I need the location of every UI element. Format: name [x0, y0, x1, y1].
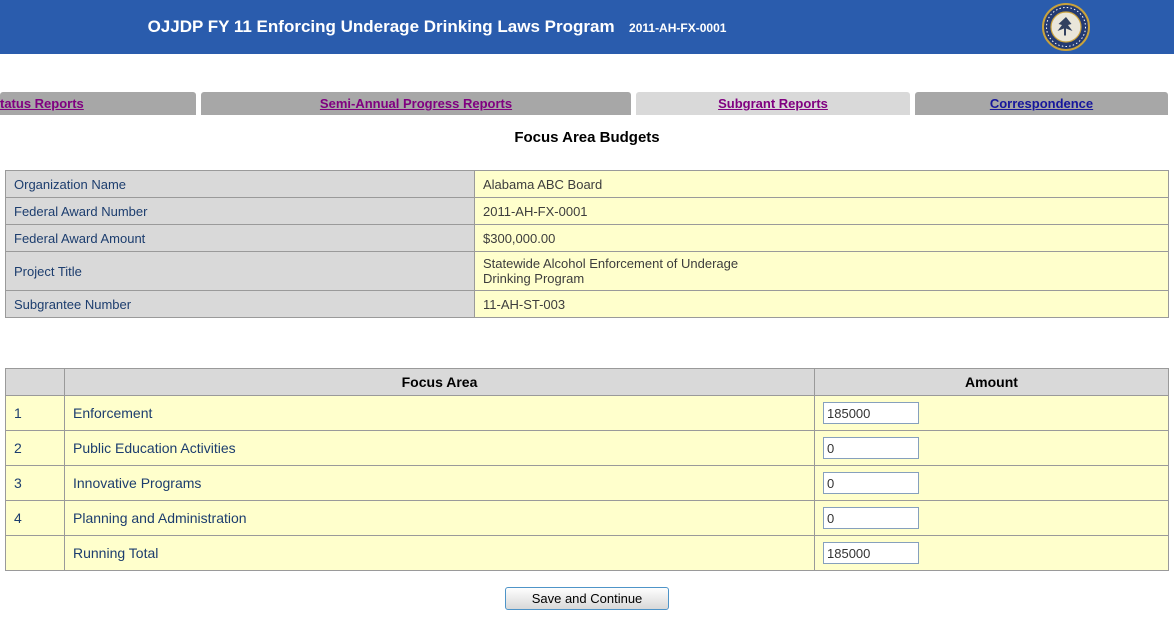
info-row-federal-award-number: Federal Award Number 2011-AH-FX-0001 — [6, 198, 1169, 225]
budget-header-row: Focus Area Amount — [6, 369, 1169, 396]
budget-row-enforcement: 1 Enforcement — [6, 396, 1169, 431]
budget-row-label: Innovative Programs — [65, 466, 815, 501]
budget-row-public-education: 2 Public Education Activities — [6, 431, 1169, 466]
tab-subgrant-reports[interactable]: Subgrant Reports — [636, 92, 910, 115]
focus-area-budget-table: Focus Area Amount 1 Enforcement 2 Public… — [5, 368, 1169, 571]
doj-seal-icon — [1042, 3, 1090, 51]
budget-header-amount: Amount — [815, 369, 1169, 396]
page-title: Focus Area Budgets — [0, 129, 1174, 146]
info-row-subgrantee-number: Subgrantee Number 11-AH-ST-003 — [6, 291, 1169, 318]
budget-row-number: 4 — [6, 501, 65, 536]
budget-row-amount-cell — [815, 501, 1169, 536]
tab-bar: tatus Reports Semi-Annual Progress Repor… — [0, 92, 1174, 115]
running-total-amount-input[interactable] — [823, 542, 919, 564]
innovative-programs-amount-input[interactable] — [823, 472, 919, 494]
budget-row-amount-cell — [815, 536, 1169, 571]
info-row-organization-name: Organization Name Alabama ABC Board — [6, 171, 1169, 198]
planning-administration-amount-input[interactable] — [823, 507, 919, 529]
info-value: 11-AH-ST-003 — [475, 291, 1169, 318]
budget-row-label: Planning and Administration — [65, 501, 815, 536]
info-label: Project Title — [6, 252, 475, 291]
app-header: OJJDP FY 11 Enforcing Underage Drinking … — [0, 0, 1174, 54]
button-row: Save and Continue — [0, 587, 1174, 610]
info-value: Statewide Alcohol Enforcement of Underag… — [475, 252, 1169, 291]
budget-row-number — [6, 536, 65, 571]
budget-row-label: Public Education Activities — [65, 431, 815, 466]
info-row-project-title: Project Title Statewide Alcohol Enforcem… — [6, 252, 1169, 291]
grant-info-table: Organization Name Alabama ABC Board Fede… — [5, 170, 1169, 318]
header-award-number: 2011-AH-FX-0001 — [629, 21, 726, 35]
info-value: $300,000.00 — [475, 225, 1169, 252]
tab-semi-annual-progress-reports[interactable]: Semi-Annual Progress Reports — [201, 92, 631, 115]
info-row-federal-award-amount: Federal Award Amount $300,000.00 — [6, 225, 1169, 252]
tab-correspondence[interactable]: Correspondence — [915, 92, 1168, 115]
budget-row-amount-cell — [815, 431, 1169, 466]
budget-row-label: Enforcement — [65, 396, 815, 431]
tab-status-reports[interactable]: tatus Reports — [0, 92, 196, 115]
budget-row-running-total: Running Total — [6, 536, 1169, 571]
doj-seal-svg — [1042, 3, 1090, 51]
budget-row-label: Running Total — [65, 536, 815, 571]
public-education-amount-input[interactable] — [823, 437, 919, 459]
info-label: Federal Award Amount — [6, 225, 475, 252]
info-label: Federal Award Number — [6, 198, 475, 225]
budget-row-amount-cell — [815, 396, 1169, 431]
app-title: OJJDP FY 11 Enforcing Underage Drinking … — [148, 17, 615, 36]
info-label: Subgrantee Number — [6, 291, 475, 318]
budget-row-amount-cell — [815, 466, 1169, 501]
enforcement-amount-input[interactable] — [823, 402, 919, 424]
budget-row-number: 1 — [6, 396, 65, 431]
save-and-continue-button[interactable]: Save and Continue — [505, 587, 670, 610]
budget-row-planning-administration: 4 Planning and Administration — [6, 501, 1169, 536]
budget-row-innovative-programs: 3 Innovative Programs — [6, 466, 1169, 501]
tab-status-reports-link[interactable]: tatus Reports — [0, 96, 84, 111]
budget-header-num — [6, 369, 65, 396]
info-label: Organization Name — [6, 171, 475, 198]
budget-header-focus-area: Focus Area — [65, 369, 815, 396]
info-value: 2011-AH-FX-0001 — [475, 198, 1169, 225]
header-title-wrap: OJJDP FY 11 Enforcing Underage Drinking … — [0, 17, 1174, 37]
info-value: Alabama ABC Board — [475, 171, 1169, 198]
budget-row-number: 2 — [6, 431, 65, 466]
tab-semi-annual-progress-reports-link[interactable]: Semi-Annual Progress Reports — [320, 96, 512, 111]
tab-subgrant-reports-link[interactable]: Subgrant Reports — [718, 96, 828, 111]
budget-row-number: 3 — [6, 466, 65, 501]
tab-correspondence-link[interactable]: Correspondence — [990, 96, 1093, 111]
